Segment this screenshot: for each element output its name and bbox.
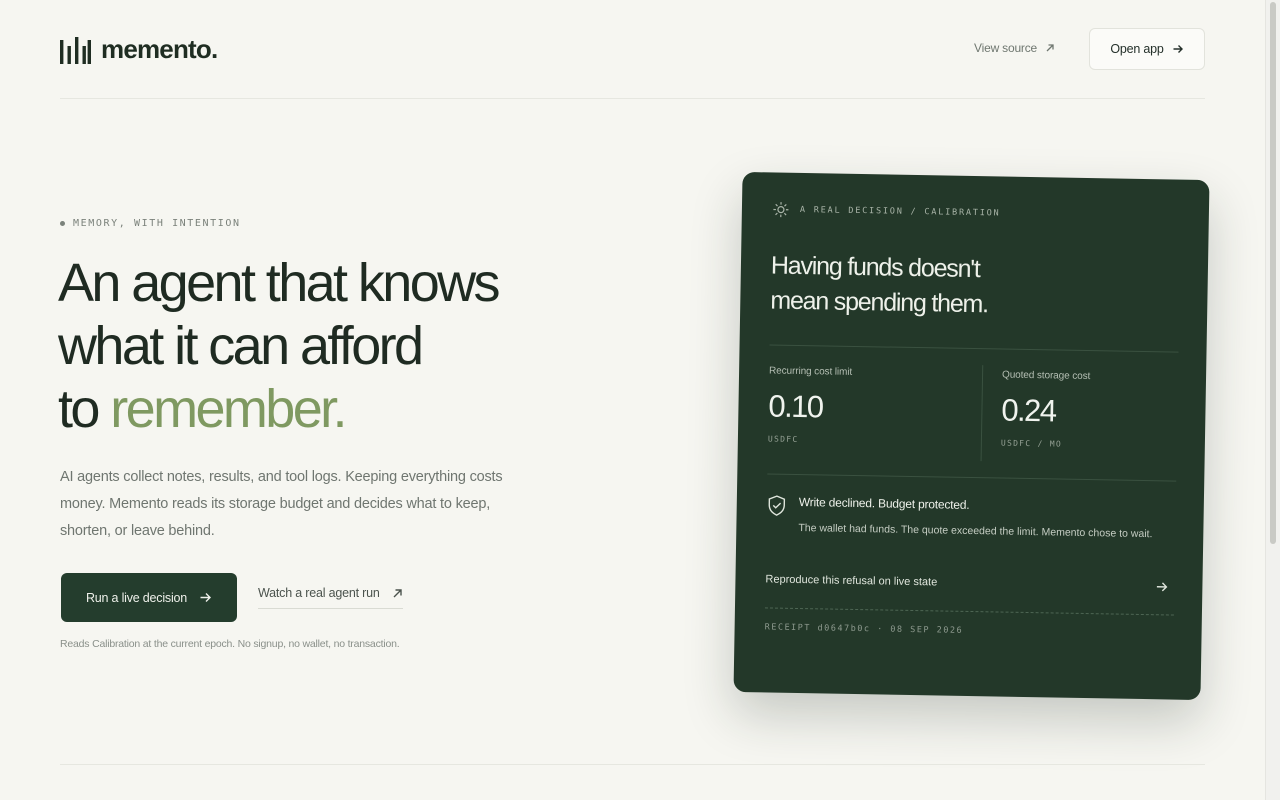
stat-recurring-cost-limit: Recurring cost limit 0.10 USDFC: [768, 365, 852, 444]
header-divider: [60, 98, 1205, 99]
run-live-decision-label: Run a live decision: [85, 590, 188, 605]
reproduce-refusal-label: Reproduce this refusal on live state: [765, 573, 938, 589]
verdict-title: Write declined. Budget protected.: [798, 494, 970, 512]
card-title-line-2: mean spending them.: [770, 286, 989, 319]
watch-agent-run-label: Watch a real agent run: [258, 586, 380, 600]
hero-footnote: Reads Calibration at the current epoch. …: [60, 638, 400, 650]
headline-line-3-prefix: to: [58, 379, 111, 439]
open-app-label: Open app: [1110, 42, 1164, 56]
arrow-up-right-icon: [1046, 44, 1054, 52]
headline-line-2: what it can afford: [58, 316, 424, 376]
hero-eyebrow-text: MEMORY, WITH INTENTION: [73, 218, 241, 229]
watch-agent-run-link[interactable]: Watch a real agent run: [258, 586, 403, 609]
run-live-decision-button[interactable]: Run a live decision: [61, 573, 237, 622]
card-title: Having funds doesn't mean spending them.: [770, 248, 1180, 325]
reproduce-refusal-link[interactable]: Reproduce this refusal on live state: [764, 573, 1175, 616]
headline-accent-word: remember.: [110, 379, 347, 439]
arrow-up-right-icon: [393, 588, 402, 597]
eyebrow-dot: [60, 221, 65, 226]
cost-stats: Recurring cost limit 0.10 USDFC Quoted s…: [767, 344, 1179, 482]
site-header: memento. View source Open app: [60, 28, 1205, 72]
stat-unit: USDFC: [767, 434, 799, 444]
view-source-label: View source: [974, 41, 1037, 55]
page-scrollbar[interactable]: [1265, 0, 1280, 800]
shield-check-icon: [768, 495, 786, 516]
arrow-right-icon: [1173, 45, 1183, 53]
view-source-link[interactable]: View source: [974, 41, 1055, 55]
arrow-right-icon: [200, 593, 212, 602]
hero-eyebrow: MEMORY, WITH INTENTION: [60, 218, 241, 229]
verdict-description: The wallet had funds. The quote exceeded…: [798, 521, 1153, 541]
card-eyebrow: A REAL DECISION / CALIBRATION: [772, 200, 1181, 225]
decision-card: A REAL DECISION / CALIBRATION Having fun…: [733, 171, 1210, 701]
decision-verdict: Write declined. Budget protected. The wa…: [766, 494, 1176, 544]
scrollbar-thumb[interactable]: [1270, 2, 1276, 544]
stat-label: Recurring cost limit: [769, 365, 853, 378]
card-eyebrow-text: A REAL DECISION / CALIBRATION: [799, 204, 1001, 219]
receipt-id: RECEIPT d0647b0c · 08 SEP 2026: [764, 622, 964, 636]
stat-divider: [980, 365, 984, 462]
stat-unit: USDFC / MO: [1000, 438, 1063, 449]
open-app-button[interactable]: Open app: [1089, 28, 1205, 70]
gear-icon: [773, 202, 789, 218]
stat-value: 0.24: [1001, 392, 1056, 429]
stat-value: 0.10: [768, 388, 823, 425]
stat-label: Quoted storage cost: [1001, 369, 1091, 383]
brand-logo-link[interactable]: memento.: [60, 34, 218, 64]
headline-line-3: to remember.: [58, 378, 498, 441]
decision-card-content: A REAL DECISION / CALIBRATION Having fun…: [764, 200, 1181, 671]
headline-line-1: An agent that knows: [58, 253, 501, 313]
brand-name: memento.: [101, 34, 218, 64]
hero-description: AI agents collect notes, results, and to…: [60, 469, 503, 539]
arrow-right-icon: [1156, 582, 1168, 592]
bar-chart-logo-icon: [60, 37, 91, 64]
stat-quoted-storage-cost: Quoted storage cost 0.24 USDFC / MO: [1001, 370, 1091, 450]
section-divider: [60, 764, 1205, 765]
hero-headline: An agent that knows what it can afford t…: [58, 252, 501, 441]
